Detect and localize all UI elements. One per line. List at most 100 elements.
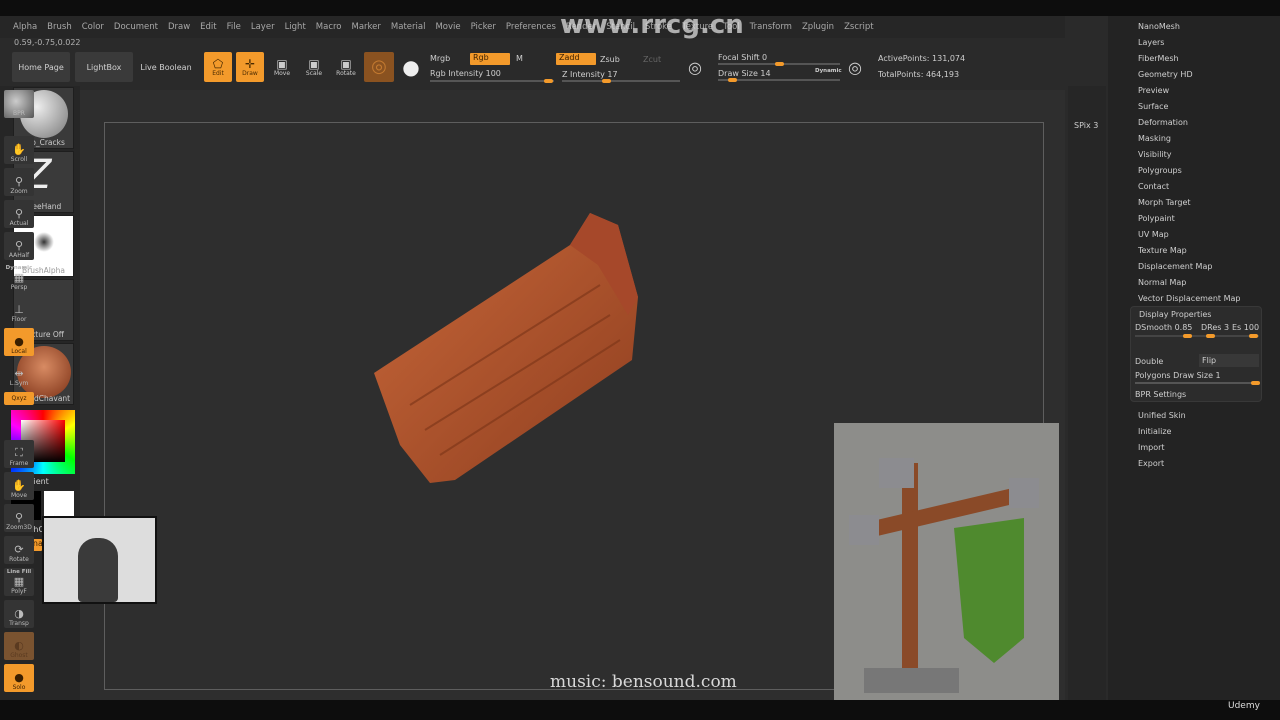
tool-menu-item[interactable]: Contact xyxy=(1138,182,1169,191)
lsym-button[interactable]: ⇹ L.Sym xyxy=(4,360,34,388)
tool-menu-item[interactable]: Polypaint xyxy=(1138,214,1175,223)
tool-menu-item[interactable]: Displacement Map xyxy=(1138,262,1212,271)
rgb-intensity-slider[interactable] xyxy=(430,79,554,83)
polygons-draw-size-slider[interactable] xyxy=(1135,381,1260,385)
tool-menu-item[interactable]: Morph Target xyxy=(1138,198,1191,207)
tool-menu-item[interactable]: Deformation xyxy=(1138,118,1188,127)
tool-menu-item[interactable]: Polygroups xyxy=(1138,166,1182,175)
menu-light[interactable]: Light xyxy=(280,22,311,32)
double-button[interactable]: Double xyxy=(1135,357,1163,366)
menu-macro[interactable]: Macro xyxy=(311,22,347,32)
transp-button[interactable]: ◑ Transp xyxy=(4,600,34,628)
es-slider[interactable]: Es 100 xyxy=(1232,323,1259,332)
menu-transform[interactable]: Transform xyxy=(745,22,797,32)
secondary-color-swatch[interactable] xyxy=(44,491,74,517)
menu-material[interactable]: Material xyxy=(386,22,431,32)
display-properties-title[interactable]: Display Properties xyxy=(1139,310,1211,319)
floor-button[interactable]: ⊥ Floor xyxy=(4,296,34,324)
tool-menu-item[interactable]: UV Map xyxy=(1138,230,1169,239)
tool-menu-item[interactable]: Unified Skin xyxy=(1138,411,1186,420)
menu-movie[interactable]: Movie xyxy=(430,22,465,32)
tool-menu-item[interactable]: Preview xyxy=(1138,86,1169,95)
move-view-button[interactable]: ✋ Move xyxy=(4,472,34,500)
tool-menu-item[interactable]: Visibility xyxy=(1138,150,1172,159)
m-button[interactable]: M xyxy=(516,54,523,63)
frame-button[interactable]: ⛶ Frame xyxy=(4,440,34,468)
aahalf-button[interactable]: ⚲ AAHalf xyxy=(4,232,34,260)
sphere-brush-button[interactable]: ● xyxy=(397,52,425,82)
slider-knob[interactable] xyxy=(728,78,737,82)
menu-edit[interactable]: Edit xyxy=(195,22,221,32)
zoom3d-button[interactable]: ⚲ Zoom3D xyxy=(4,504,34,532)
zsub-button[interactable]: Zsub xyxy=(600,55,620,64)
dres-slider[interactable]: DRes 3 xyxy=(1201,323,1229,332)
tool-menu-item[interactable]: Normal Map xyxy=(1138,278,1186,287)
local-button[interactable]: ● Local xyxy=(4,328,34,356)
slider-knob[interactable] xyxy=(1206,334,1215,338)
tool-menu-item[interactable]: Import xyxy=(1138,443,1165,452)
presenter-figure xyxy=(78,538,118,602)
lightbox-button[interactable]: LightBox xyxy=(75,52,133,82)
tool-menu-item[interactable]: Masking xyxy=(1138,134,1171,143)
wood-plank-model[interactable] xyxy=(370,205,650,490)
menu-brush[interactable]: Brush xyxy=(42,22,77,32)
ghost-button[interactable]: ◐ Ghost xyxy=(4,632,34,660)
scale-button[interactable]: ▣ Scale xyxy=(300,52,328,82)
slider-knob[interactable] xyxy=(1249,334,1258,338)
tool-menu-item[interactable]: Surface xyxy=(1138,102,1168,111)
tool-menu-item[interactable]: FiberMesh xyxy=(1138,54,1179,63)
mrgb-button[interactable]: Mrgb xyxy=(430,54,450,63)
z-intensity-slider[interactable] xyxy=(562,79,680,83)
menu-file[interactable]: File xyxy=(222,22,246,32)
tool-menu-item[interactable]: Layers xyxy=(1138,38,1164,47)
menu-alpha[interactable]: Alpha xyxy=(8,22,42,32)
draw-size-slider[interactable] xyxy=(718,78,840,82)
reference-image xyxy=(834,423,1059,700)
flip-button[interactable]: Flip xyxy=(1199,354,1259,367)
rotate-button[interactable]: ▣ Rotate xyxy=(332,52,360,82)
slider-knob[interactable] xyxy=(602,79,611,83)
tool-menu-item[interactable]: Initialize xyxy=(1138,427,1171,436)
menu-preferences[interactable]: Preferences xyxy=(501,22,561,32)
menu-zscript[interactable]: Zscript xyxy=(839,22,879,32)
slider-knob[interactable] xyxy=(1183,334,1192,338)
zadd-button[interactable]: Zadd xyxy=(556,53,596,65)
menu-picker[interactable]: Picker xyxy=(466,22,501,32)
live-boolean-button[interactable]: Live Boolean xyxy=(137,52,195,82)
tool-menu-item[interactable]: Export xyxy=(1138,459,1164,468)
tool-menu-item[interactable]: Vector Displacement Map xyxy=(1138,294,1240,303)
actual-button[interactable]: ⚲ Actual xyxy=(4,200,34,228)
zcut-button[interactable]: Zcut xyxy=(643,55,661,64)
home-page-button[interactable]: Home Page xyxy=(12,52,70,82)
solo-button[interactable]: ● Solo xyxy=(4,664,34,692)
polyf-button[interactable]: Line Fill ▦ PolyF xyxy=(4,568,34,596)
dsmooth-slider[interactable]: DSmooth 0.85 xyxy=(1135,323,1192,332)
slider-knob[interactable] xyxy=(544,79,553,83)
menu-document[interactable]: Document xyxy=(109,22,163,32)
draw-button[interactable]: ✛ Draw xyxy=(236,52,264,82)
material-button[interactable]: ◎ xyxy=(364,52,394,82)
bpr-button[interactable]: BPR xyxy=(4,90,34,118)
focal-shift-slider[interactable] xyxy=(718,62,840,66)
spix-slider[interactable]: SPix 3 xyxy=(1074,121,1098,130)
tool-menu-item[interactable]: NanoMesh xyxy=(1138,22,1180,31)
menu-draw[interactable]: Draw xyxy=(163,22,195,32)
tool-menu-item[interactable]: Texture Map xyxy=(1138,246,1187,255)
bpr-settings-button[interactable]: BPR Settings xyxy=(1135,390,1186,399)
rotate-view-button[interactable]: ⟳ Rotate xyxy=(4,536,34,564)
menu-color[interactable]: Color xyxy=(77,22,109,32)
move-button[interactable]: ▣ Move xyxy=(268,52,296,82)
rgb-button[interactable]: Rgb xyxy=(470,53,510,65)
menu-marker[interactable]: Marker xyxy=(347,22,386,32)
dynamic-button[interactable]: Dynamic xyxy=(815,68,842,74)
xyz-button[interactable]: Qxyz xyxy=(4,392,34,405)
edit-button[interactable]: ⬠ Edit xyxy=(204,52,232,82)
slider-knob[interactable] xyxy=(775,62,784,66)
slider-knob[interactable] xyxy=(1251,381,1260,385)
zoom-button[interactable]: ⚲ Zoom xyxy=(4,168,34,196)
tool-menu-item[interactable]: Geometry HD xyxy=(1138,70,1193,79)
scroll-button[interactable]: ✋ Scroll xyxy=(4,136,34,164)
persp-button[interactable]: Dynamic ▦ Persp xyxy=(4,264,34,292)
menu-layer[interactable]: Layer xyxy=(246,22,280,32)
menu-zplugin[interactable]: Zplugin xyxy=(797,22,839,32)
